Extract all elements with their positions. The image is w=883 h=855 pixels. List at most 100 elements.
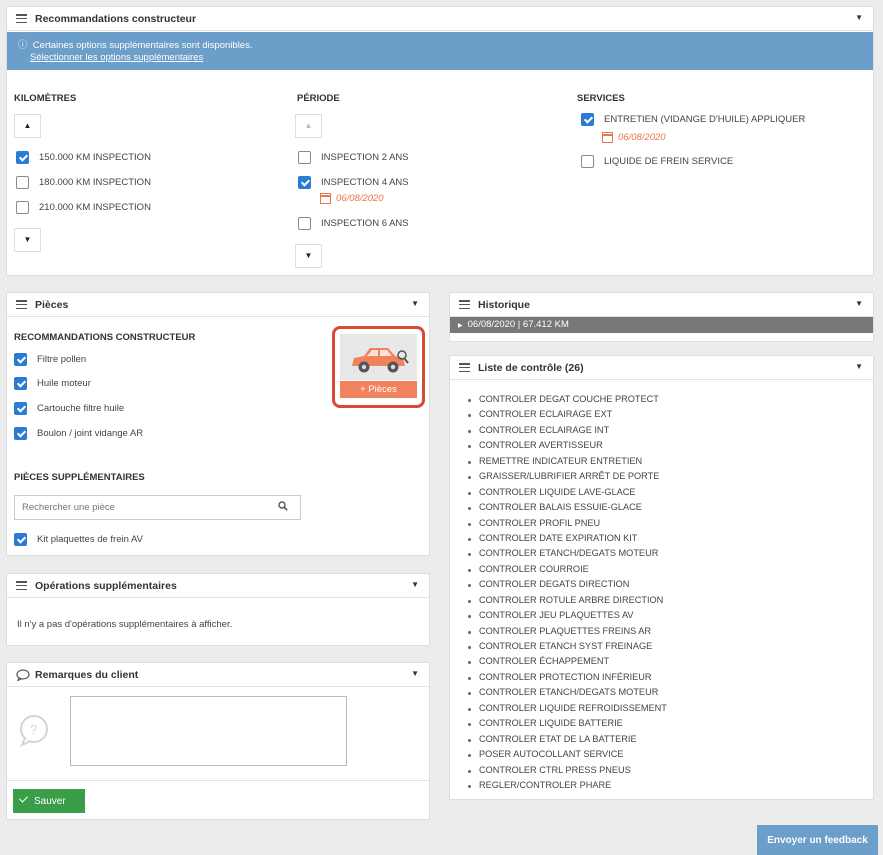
piece-item[interactable]: Huile moteur (14, 377, 91, 390)
checklist-item: CONTROLER DEGATS DIRECTION (466, 577, 667, 592)
checklist-item: GRAISSER/LUBRIFIER ARRÊT DE PORTE (466, 469, 667, 484)
extra-piece-item[interactable]: Kit plaquettes de frein AV (14, 533, 143, 546)
menu-icon (16, 300, 27, 310)
checkbox[interactable] (298, 176, 311, 189)
calendar-icon (602, 132, 613, 143)
history-entry[interactable]: ▶ 06/08/2020 | 67.412 KM (450, 317, 873, 333)
period-down-button[interactable]: ▼ (295, 244, 322, 268)
service-item-label: LIQUIDE DE FREIN SERVICE (604, 156, 734, 167)
add-pieces-widget[interactable]: + Pièces (332, 326, 425, 408)
extra-piece-label: Kit plaquettes de frein AV (37, 534, 143, 545)
period-item-2ans[interactable]: INSPECTION 2 ANS (298, 151, 409, 164)
operations-panel-title: Opérations supplémentaires (35, 580, 177, 592)
checkbox[interactable] (14, 427, 27, 440)
service-item-vidange[interactable]: ENTRETIEN (VIDANGE D'HUILE) APPLIQUER (581, 113, 805, 126)
period-item-label: INSPECTION 2 ANS (321, 152, 409, 163)
checklist-item: CONTROLER PROFIL PNEU (466, 516, 667, 531)
menu-icon (16, 14, 27, 24)
pieces-extra-header: PIÈCES SUPPLÉMENTAIRES (14, 472, 145, 483)
chevron-down-icon[interactable]: ▼ (411, 299, 419, 308)
checkbox[interactable] (16, 151, 29, 164)
checkbox[interactable] (298, 217, 311, 230)
checkbox[interactable] (581, 155, 594, 168)
service-item-label: ENTRETIEN (VIDANGE D'HUILE) APPLIQUER (604, 114, 806, 125)
search-icon[interactable] (278, 501, 288, 511)
menu-icon (459, 363, 470, 373)
checklist-item: POSER AUTOCOLLANT SERVICE (466, 747, 667, 762)
checklist-item: CONTROLER ETAT DE LA BATTERIE (466, 732, 667, 747)
checklist-item: CONTROLER BALAIS ESSUIE-GLACE (466, 500, 667, 515)
km-item-150000[interactable]: 150.000 KM INSPECTION (16, 151, 151, 164)
menu-icon (459, 300, 470, 310)
checklist-item: REMETTRE INDICATEUR ENTRETIEN (466, 454, 667, 469)
pieces-panel-header[interactable]: Pièces ▼ (7, 293, 429, 317)
remarks-panel-header[interactable]: Remarques du client ▼ (7, 663, 429, 687)
piece-item-label: Cartouche filtre huile (37, 403, 125, 414)
checklist-panel: Liste de contrôle (26) ▼ CONTROLER DEGAT… (449, 355, 874, 800)
km-item-180000[interactable]: 180.000 KM INSPECTION (16, 176, 151, 189)
calendar-icon (320, 193, 331, 204)
car-icon (352, 348, 409, 373)
operations-panel-header[interactable]: Opérations supplémentaires ▼ (7, 574, 429, 598)
info-banner: ⓘ Certaines options supplémentaires sont… (7, 32, 873, 70)
checkbox[interactable] (16, 201, 29, 214)
checklist-item: CONTROLER DEGAT COUCHE PROTECT (466, 392, 667, 407)
select-options-link[interactable]: Sélectionner les options supplémentaires (30, 52, 862, 64)
period-header: PÉRIODE (297, 93, 340, 104)
history-panel-header[interactable]: Historique ▼ (450, 293, 873, 317)
checklist-item: CONTROLER LIQUIDE REFROIDISSEMENT (466, 701, 667, 716)
question-bubble-icon: ? (20, 715, 48, 748)
checklist-panel-header[interactable]: Liste de contrôle (26) ▼ (450, 356, 873, 380)
chevron-down-icon[interactable]: ▼ (855, 362, 863, 371)
km-item-label: 210.000 KM INSPECTION (39, 202, 151, 213)
chevron-down-icon[interactable]: ▼ (411, 580, 419, 589)
checkbox[interactable] (14, 377, 27, 390)
period-item-6ans[interactable]: INSPECTION 6 ANS (298, 217, 409, 230)
checklist-item: CONTROLER ECLAIRAGE EXT (466, 407, 667, 422)
period-item-label: INSPECTION 4 ANS (321, 177, 409, 188)
checklist-item: CONTROLER ECLAIRAGE INT (466, 423, 667, 438)
pieces-reco-header: RECOMMANDATIONS CONSTRUCTEUR (14, 332, 196, 343)
piece-search-input[interactable] (15, 496, 265, 519)
checkbox[interactable] (14, 402, 27, 415)
service-item-frein[interactable]: LIQUIDE DE FREIN SERVICE (581, 155, 733, 168)
checklist-item: CONTROLER JEU PLAQUETTES AV (466, 608, 667, 623)
divider (7, 780, 429, 781)
checklist-item: CONTROLER LIQUIDE LAVE-GLACE (466, 485, 667, 500)
piece-item[interactable]: Cartouche filtre huile (14, 402, 124, 415)
chevron-down-icon[interactable]: ▼ (411, 669, 419, 678)
save-button[interactable]: Sauver (13, 789, 85, 813)
checklist-item: CONTROLER ETANCH/DEGATS MOTEUR (466, 546, 667, 561)
piece-item[interactable]: Filtre pollen (14, 353, 86, 366)
km-up-button[interactable]: ▲ (14, 114, 41, 138)
info-icon: ⓘ (18, 40, 28, 51)
chevron-down-icon[interactable]: ▼ (855, 299, 863, 308)
checkbox[interactable] (14, 533, 27, 546)
client-remarks-textarea[interactable] (70, 696, 347, 766)
chevron-down-icon[interactable]: ▼ (855, 13, 863, 22)
period-item-4ans[interactable]: INSPECTION 4 ANS (298, 176, 409, 189)
checkbox[interactable] (581, 113, 594, 126)
caret-right-icon: ▶ (458, 323, 463, 329)
period-item-label: INSPECTION 6 ANS (321, 218, 409, 229)
km-down-button[interactable]: ▼ (14, 228, 41, 252)
piece-item[interactable]: Boulon / joint vidange AR (14, 427, 143, 440)
checklist-item: CONTROLER ROTULE ARBRE DIRECTION (466, 593, 667, 608)
speech-bubble-icon (16, 669, 30, 681)
save-label: Sauver (34, 795, 66, 807)
period-date: 06/08/2020 (320, 193, 384, 204)
add-pieces-button[interactable]: + Pièces (340, 381, 417, 398)
reco-panel-header[interactable]: Recommandations constructeur ▼ (7, 7, 873, 31)
service-date-text: 06/08/2020 (618, 132, 666, 143)
info-text: Certaines options supplémentaires sont d… (32, 40, 253, 51)
checkbox[interactable] (16, 176, 29, 189)
checkbox[interactable] (298, 151, 311, 164)
km-item-210000[interactable]: 210.000 KM INSPECTION (16, 201, 151, 214)
history-panel: Historique ▼ ▶ 06/08/2020 | 67.412 KM (449, 292, 874, 342)
send-feedback-button[interactable]: Envoyer un feedback (757, 825, 878, 855)
km-header: KILOMÈTRES (14, 93, 77, 104)
checkbox[interactable] (14, 353, 27, 366)
service-date: 06/08/2020 (602, 132, 666, 143)
reco-panel-title: Recommandations constructeur (35, 13, 197, 25)
period-up-button[interactable]: ▲ (295, 114, 322, 138)
